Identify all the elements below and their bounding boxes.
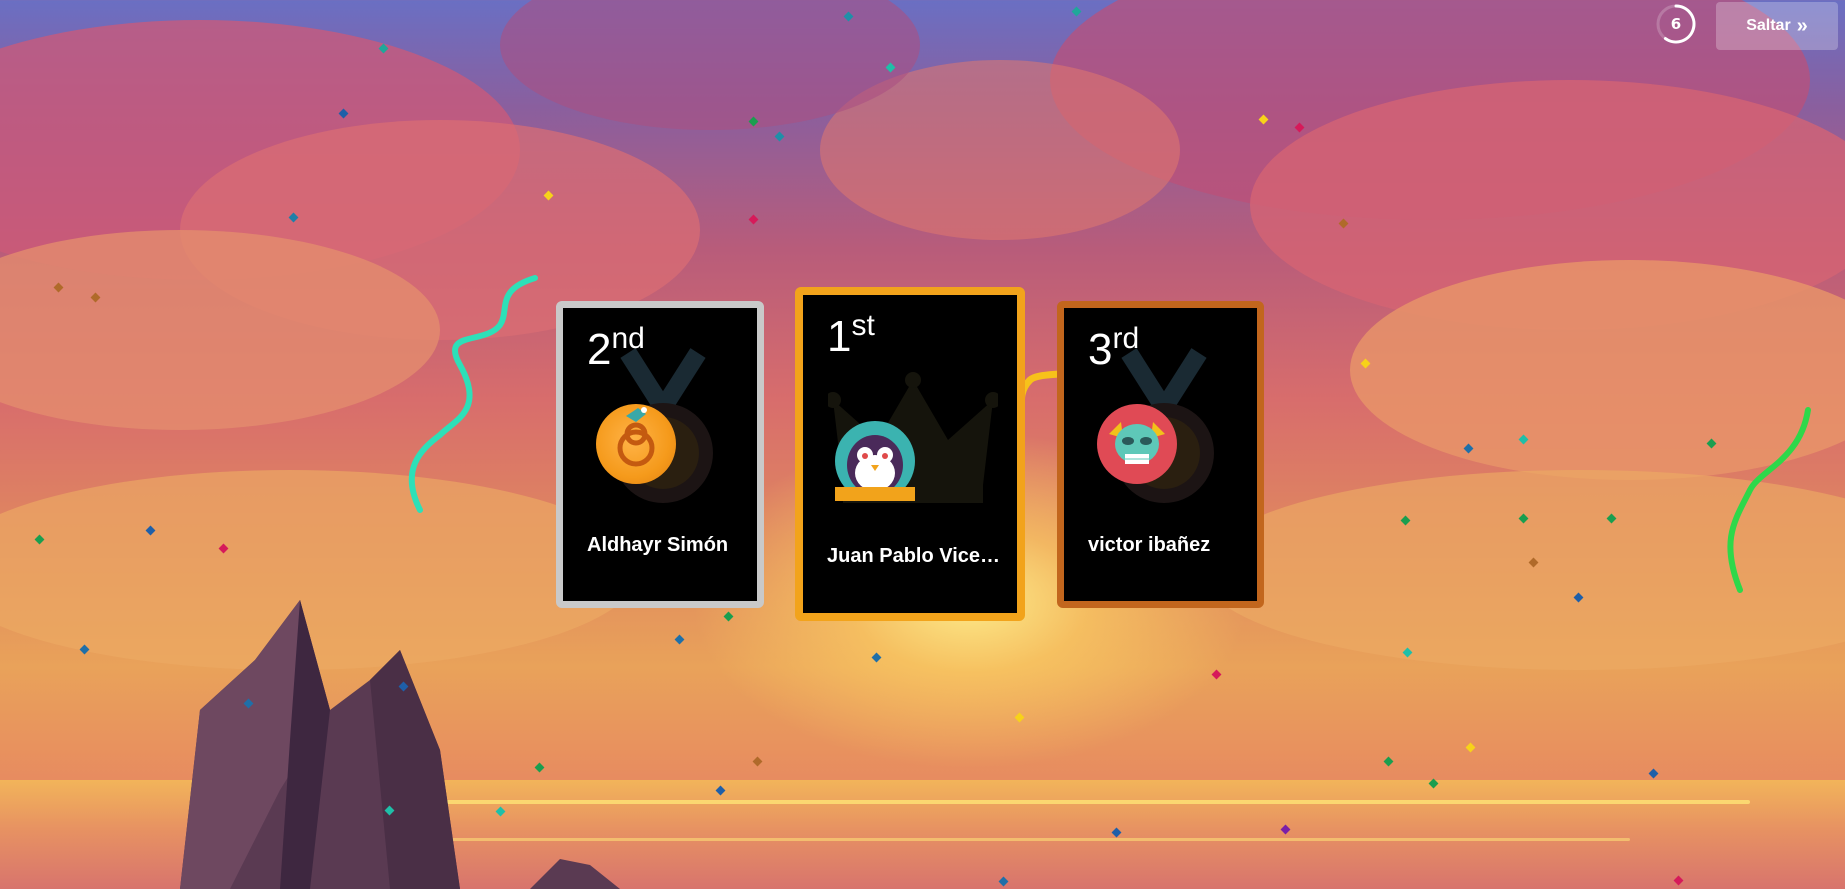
- penguin-owl-avatar-icon: [835, 421, 915, 501]
- podium-card-second: 2nd Aldhayr Simón: [556, 301, 764, 608]
- player-name: Juan Pablo Vice…: [827, 545, 1001, 567]
- podium-card-first: 1st Juan Pablo Vice…: [795, 287, 1025, 621]
- rock-formation: [180, 600, 460, 889]
- podium-card-third: 3rd victor ibañez: [1057, 301, 1264, 608]
- player-name: Aldhayr Simón: [587, 534, 729, 556]
- timer-seconds: 6: [1670, 15, 1682, 33]
- skull-monster-avatar-icon: [1097, 404, 1177, 484]
- streamer: [1727, 407, 1811, 593]
- rank-label: 2nd: [587, 322, 645, 374]
- double-chevron-right-icon: »: [1796, 15, 1808, 37]
- rank-label: 3rd: [1088, 322, 1140, 374]
- streamer: [408, 275, 538, 513]
- player-name: victor ibañez: [1088, 534, 1211, 556]
- skip-button[interactable]: Saltar »: [1716, 2, 1838, 50]
- rank-label: 1st: [827, 309, 875, 361]
- skip-label: Saltar: [1746, 17, 1791, 34]
- orange-creature-avatar-icon: [596, 404, 676, 484]
- countdown-timer: 6: [1655, 3, 1697, 45]
